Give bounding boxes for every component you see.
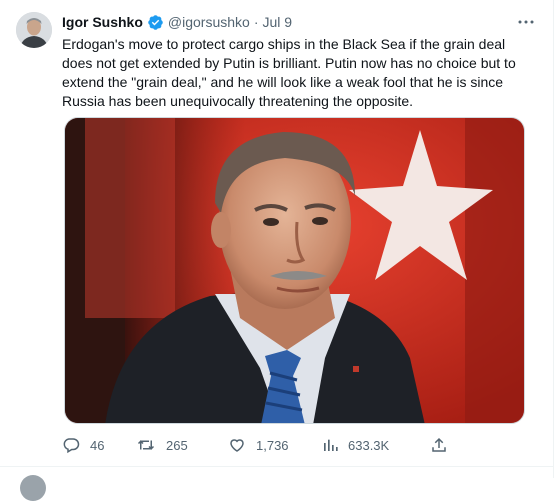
- photo-image: [65, 118, 524, 423]
- heart-icon: [228, 436, 246, 454]
- tweet-date[interactable]: Jul 9: [263, 14, 293, 30]
- timeline-frame: Igor Sushko @igorsushko · Jul 9 Erdogan'…: [0, 0, 554, 501]
- tweet-header: Igor Sushko @igorsushko · Jul 9: [62, 12, 538, 32]
- share-button[interactable]: [430, 430, 448, 460]
- repost-button[interactable]: 265: [136, 430, 188, 460]
- header-separator: ·: [253, 14, 259, 30]
- tweet-text: Erdogan's move to protect cargo ships in…: [62, 36, 516, 109]
- verified-badge-icon: [147, 14, 164, 31]
- share-icon: [430, 436, 448, 454]
- reply-count: 46: [90, 437, 105, 453]
- views-icon: [322, 436, 338, 454]
- more-icon[interactable]: [516, 14, 536, 30]
- author-handle[interactable]: @igorsushko: [168, 14, 250, 30]
- author-name[interactable]: Igor Sushko: [62, 14, 143, 30]
- views-count: 633.3K: [348, 437, 390, 453]
- avatar-image: [16, 12, 52, 48]
- like-count: 1,736: [256, 437, 289, 453]
- next-tweet-avatar[interactable]: [20, 475, 46, 501]
- reply-button[interactable]: 46: [62, 430, 104, 460]
- like-button[interactable]: 1,736: [228, 430, 289, 460]
- avatar[interactable]: [16, 12, 52, 48]
- tweet-photo[interactable]: [64, 117, 525, 424]
- reply-icon: [62, 436, 80, 454]
- repost-count: 265: [166, 437, 188, 453]
- repost-icon: [136, 436, 156, 454]
- views-button[interactable]: 633.3K: [322, 430, 389, 460]
- tweet[interactable]: Igor Sushko @igorsushko · Jul 9 Erdogan'…: [0, 0, 554, 466]
- tweet-actions: 46 265 1,736 633.3K: [60, 430, 460, 460]
- next-tweet-preview: [0, 466, 554, 501]
